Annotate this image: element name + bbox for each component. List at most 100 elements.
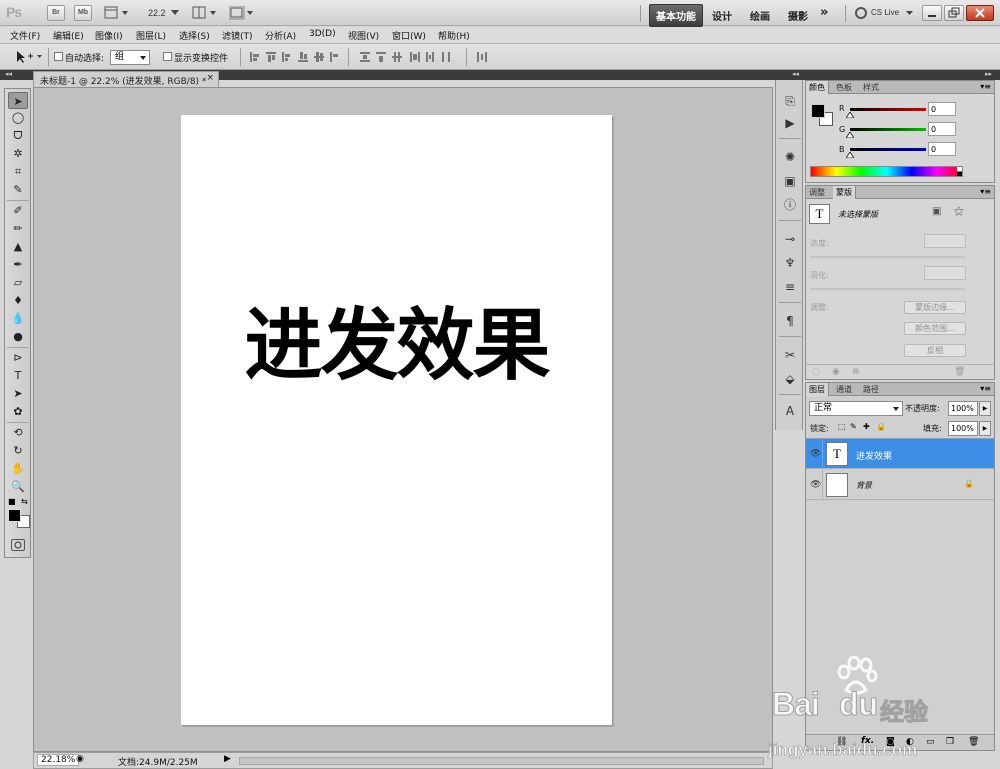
move-tool[interactable]: ➤ (8, 92, 28, 109)
horizontal-scrollbar[interactable] (239, 757, 764, 765)
hand-tool[interactable]: ✋ (8, 460, 28, 477)
path-selection-tool[interactable]: ➤ (8, 385, 28, 402)
status-menu-arrow-icon[interactable]: ▶ (224, 754, 231, 764)
bw-swatch[interactable] (957, 167, 962, 176)
menu-3d[interactable]: 3D(D) (309, 29, 336, 39)
layer-name[interactable]: 进发效果 (856, 449, 892, 462)
layer-row-background[interactable]: 👁 背景 🔒 (806, 470, 994, 500)
menu-file[interactable]: 文件(F) (10, 29, 40, 42)
actions-panel-icon[interactable]: ▶ (781, 114, 799, 132)
dodge-tool[interactable]: ● (8, 328, 28, 345)
default-colors-icon[interactable]: ■ (8, 497, 16, 506)
tab-styles[interactable]: 样式 (860, 81, 882, 94)
tab-masks[interactable]: 蒙版 (833, 186, 856, 199)
workspace-photography-button[interactable]: 摄影 (788, 8, 808, 23)
distribute-buttons-icon[interactable] (358, 49, 458, 65)
layer-name[interactable]: 背景 (856, 480, 872, 491)
density-field[interactable] (924, 234, 966, 248)
b-slider[interactable] (850, 148, 926, 151)
paint-bucket-tool[interactable]: ♦ (8, 292, 28, 309)
close-document-icon[interactable]: × (206, 73, 214, 83)
zoom-dropdown-arrow-icon[interactable] (171, 10, 179, 16)
density-slider[interactable] (810, 256, 965, 258)
clone-source-icon[interactable]: ▣ (781, 172, 799, 190)
menu-analysis[interactable]: 分析(A) (265, 29, 296, 42)
visibility-eye-icon[interactable]: 👁 (810, 480, 821, 490)
lock-all-icon[interactable]: 🔒 (876, 422, 886, 431)
lock-transparent-icon[interactable]: ⬚ (838, 422, 846, 431)
auto-select-dropdown[interactable]: 组 (110, 50, 150, 65)
fill-slider-arrow-icon[interactable]: ▶ (979, 421, 991, 436)
color-spectrum-bar[interactable] (810, 166, 963, 177)
lock-position-icon[interactable]: ✚ (863, 422, 870, 431)
foreground-color-chip[interactable] (811, 104, 825, 118)
status-preview-icon[interactable]: ◉ (76, 754, 84, 764)
align-buttons-icon[interactable] (248, 49, 340, 65)
g-value[interactable]: 0 (928, 122, 956, 136)
eyedropper-tool[interactable]: ✎ (8, 181, 28, 198)
3d-orbit-tool[interactable]: ↻ (8, 442, 28, 459)
collapse-panels-icon[interactable]: ▸▸ (985, 70, 992, 78)
auto-select-checkbox[interactable] (54, 52, 63, 61)
menu-image[interactable]: 图像(I) (95, 29, 123, 42)
document-tab[interactable]: 未标题-1 @ 22.2% (进发效果, RGB/8) * × (33, 71, 219, 87)
panel-menu-icon[interactable]: ▾≡ (980, 187, 991, 196)
menu-select[interactable]: 选择(S) (179, 29, 210, 42)
opacity-slider-arrow-icon[interactable]: ▶ (979, 401, 991, 416)
g-slider[interactable] (850, 128, 926, 131)
styles-panel-icon[interactable]: ⬙ (781, 370, 799, 388)
b-value[interactable]: 0 (928, 142, 956, 156)
tool-preset-picker[interactable] (14, 49, 44, 65)
blend-mode-dropdown[interactable]: 正常 (809, 401, 903, 416)
swap-colors-icon[interactable]: ⇆ (21, 497, 28, 506)
feather-field[interactable] (924, 266, 966, 280)
mask-edge-button[interactable]: 蒙版边缘... (904, 301, 966, 314)
lasso-tool[interactable]: ᗜ (8, 127, 28, 144)
workspace-design-button[interactable]: 设计 (712, 8, 732, 23)
lock-image-icon[interactable]: ✎ (850, 422, 857, 431)
crop-tool[interactable]: ⌗ (8, 163, 28, 180)
menu-edit[interactable]: 编辑(E) (53, 29, 84, 42)
pen-tool[interactable]: ⊳ (8, 349, 28, 366)
expand-toolbox-icon[interactable]: ◂◂ (5, 70, 12, 78)
tab-layers[interactable]: 图层 (806, 383, 829, 396)
quick-mask-button[interactable] (11, 539, 25, 551)
tool-presets-icon[interactable]: ⊸ (781, 230, 799, 248)
r-slider[interactable] (850, 108, 926, 111)
cs-live-dropdown-icon[interactable] (906, 11, 913, 16)
panel-menu-icon[interactable]: ▾≡ (980, 82, 991, 91)
fill-field[interactable]: 100% (948, 421, 978, 436)
tab-channels[interactable]: 通道 (833, 383, 855, 396)
menu-help[interactable]: 帮助(H) (438, 29, 470, 42)
menu-view[interactable]: 视图(V) (348, 29, 379, 42)
mini-bridge-button[interactable]: Mb (74, 5, 92, 21)
add-vector-mask-icon[interactable]: ⚝ (954, 206, 964, 217)
paragraph-panel-icon[interactable]: ¶ (781, 312, 799, 330)
opacity-field[interactable]: 100% (948, 401, 978, 416)
visibility-eye-icon[interactable]: 👁 (810, 449, 821, 459)
clone-stamp-tool[interactable]: ▲ (8, 238, 28, 255)
disable-mask-icon[interactable]: ⊗ (852, 367, 860, 377)
eraser-tool[interactable]: ▱ (8, 274, 28, 291)
quick-selection-tool[interactable]: ✲ (8, 145, 28, 162)
color-range-button[interactable]: 颜色范围... (904, 322, 966, 335)
panel-menu-icon[interactable]: ▾≡ (980, 384, 991, 393)
apply-mask-icon[interactable]: ◉ (832, 367, 840, 377)
tab-paths[interactable]: 路径 (860, 383, 882, 396)
restore-button[interactable] (944, 5, 964, 21)
menu-window[interactable]: 窗口(W) (392, 29, 426, 42)
menu-filter[interactable]: 滤镜(T) (222, 29, 253, 42)
tab-color[interactable]: 颜色 (806, 81, 829, 94)
auto-align-icon[interactable] (474, 49, 490, 65)
history-brush-tool[interactable]: ✒ (8, 256, 28, 273)
view-extras-dropdown[interactable] (104, 6, 130, 20)
layer-row-text[interactable]: 👁 T 进发效果 (806, 439, 994, 469)
menu-layer[interactable]: 图层(L) (136, 29, 166, 42)
expand-dock-icon[interactable]: ◂◂ (792, 70, 799, 78)
healing-brush-tool[interactable]: ✐ (8, 202, 28, 219)
delete-layer-icon[interactable]: 🗑 (968, 737, 979, 747)
cs-live-label[interactable]: CS Live (871, 8, 899, 17)
tab-swatches[interactable]: 色板 (833, 81, 855, 94)
bridge-button[interactable]: Br (47, 5, 65, 21)
brush-tool[interactable]: ✏ (8, 220, 28, 237)
